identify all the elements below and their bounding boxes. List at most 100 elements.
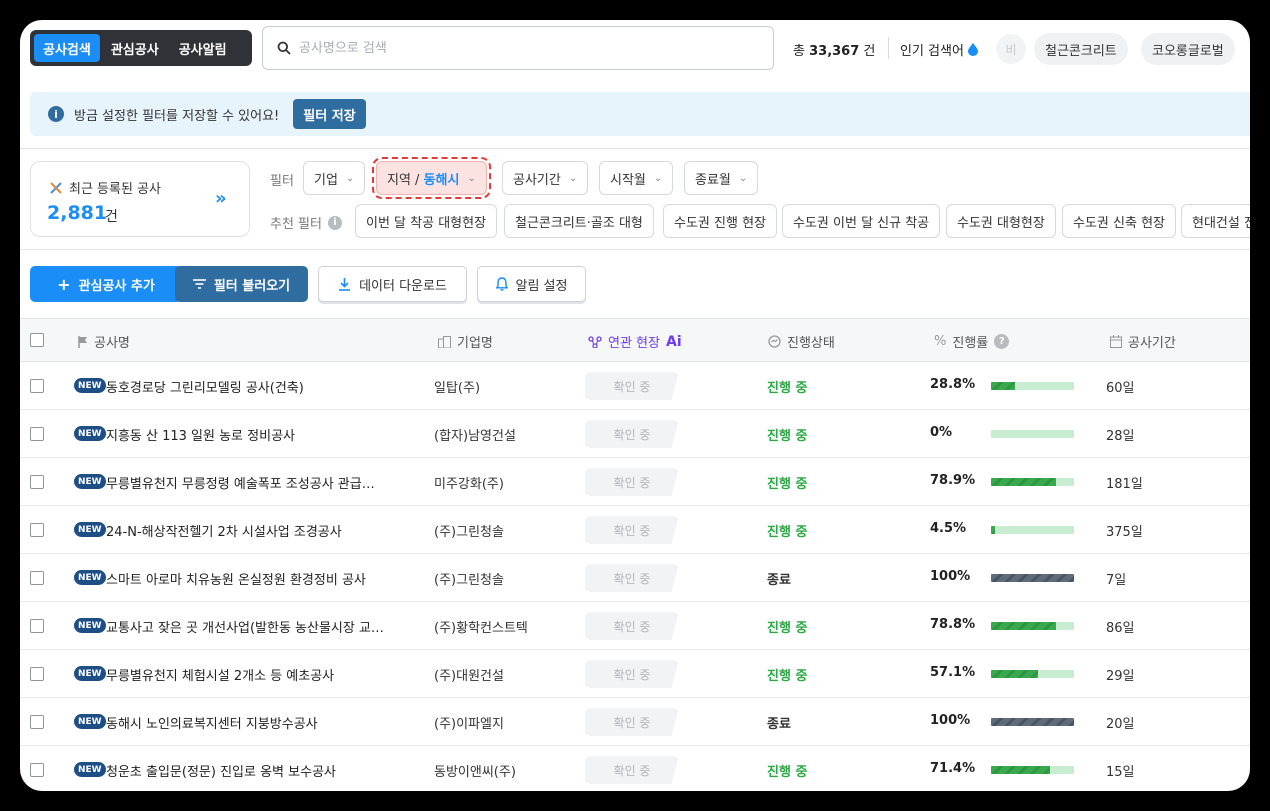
- tab-search[interactable]: 공사검색: [34, 34, 100, 62]
- popular-keyword-faded[interactable]: 비: [996, 34, 1026, 64]
- company-name[interactable]: (주)그린청솔: [434, 521, 504, 540]
- chip-label: 시작월: [610, 172, 646, 188]
- row-checkbox[interactable]: [30, 523, 44, 537]
- project-name[interactable]: 스마트 아로마 치유농원 온실정원 환경정비 공사: [106, 569, 406, 588]
- table-row[interactable]: NEW 동해시 노인의료복지센터 지붕방수공사 (주)이파엘지 확인 중 종료 100% 2…: [20, 698, 1250, 746]
- company-name[interactable]: 동방이앤씨(주): [434, 761, 516, 780]
- progress-rate: 71.4%: [930, 761, 976, 776]
- popular-keyword[interactable]: 코오롱글로벌: [1141, 33, 1235, 65]
- status-badge: 진행 중: [767, 525, 808, 540]
- row-checkbox[interactable]: [30, 379, 44, 393]
- company-name[interactable]: (주)그린청솔: [434, 569, 504, 588]
- company-name[interactable]: (합자)남영건설: [434, 425, 516, 444]
- new-badge: NEW: [74, 522, 106, 537]
- new-badge: NEW: [74, 378, 106, 393]
- company-name[interactable]: (주)이파엘지: [434, 713, 504, 732]
- info-icon[interactable]: i: [327, 215, 342, 230]
- recent-projects-card[interactable]: 최근 등록된 공사 2,881 건 »: [30, 161, 250, 237]
- tab-alerts[interactable]: 공사알림: [170, 34, 236, 62]
- table-row[interactable]: NEW 동호경로당 그린리모델링 공사(건축) 일탑(주) 확인 중 진행 중 28.8%…: [20, 362, 1250, 410]
- row-checkbox[interactable]: [30, 763, 44, 777]
- recommended-filter-chip[interactable]: 철근콘크리트·골조 대형: [504, 204, 654, 238]
- alert-settings-button[interactable]: 알림 설정: [477, 266, 586, 302]
- search-input[interactable]: [299, 40, 739, 56]
- filter-company-dropdown[interactable]: 기업 ⌄: [303, 161, 366, 195]
- row-checkbox[interactable]: [30, 475, 44, 489]
- progress-bar-fill: [991, 526, 995, 534]
- help-icon[interactable]: ?: [994, 334, 1010, 349]
- table-row[interactable]: NEW 24-N-해상작전헬기 2차 시설사업 조경공사 (주)그린청솔 확인 중 진행…: [20, 506, 1250, 554]
- search-box[interactable]: [262, 26, 774, 70]
- select-all-checkbox[interactable]: [30, 333, 44, 347]
- progress-bar-fill: [991, 574, 1074, 582]
- download-icon: [338, 277, 351, 291]
- progress-circle-icon: [768, 335, 781, 348]
- project-name[interactable]: 청운초 출입문(정문) 진입로 옹벽 보수공사: [106, 761, 406, 780]
- button-label: 관심공사 추가: [78, 278, 155, 294]
- row-checkbox[interactable]: [30, 619, 44, 633]
- filter-end-month-dropdown[interactable]: 종료월 ⌄: [684, 161, 759, 195]
- related-sites-status: 확인 중: [585, 372, 679, 400]
- add-watchlist-button[interactable]: + 관심공사 추가: [30, 266, 182, 302]
- chevron-down-icon: ⌄: [345, 172, 355, 184]
- project-name[interactable]: 동해시 노인의료복지센터 지붕방수공사: [106, 713, 406, 732]
- tab-watchlist[interactable]: 관심공사: [102, 34, 168, 62]
- company-name[interactable]: (주)황학컨스트텍: [434, 617, 528, 636]
- progress-rate: 100%: [930, 569, 971, 584]
- row-checkbox[interactable]: [30, 667, 44, 681]
- progress-bar-fill: [991, 382, 1015, 390]
- row-checkbox[interactable]: [30, 571, 44, 585]
- info-icon: i: [48, 106, 64, 122]
- table-row[interactable]: NEW 무릉별유천지 체험시설 2개소 등 예초공사 (주)대원건설 확인 중 진행 중…: [20, 650, 1250, 698]
- total-suffix: 건: [863, 44, 876, 59]
- progress-bar-fill: [991, 766, 1051, 774]
- filter-region-dropdown[interactable]: 지역 / 동해시 ⌄: [372, 157, 491, 199]
- row-checkbox[interactable]: [30, 427, 44, 441]
- column-header-status[interactable]: 진행상태: [768, 332, 835, 351]
- progress-rate: 78.9%: [930, 473, 976, 488]
- filter-start-month-dropdown[interactable]: 시작월 ⌄: [599, 161, 674, 195]
- recommended-filter-chip[interactable]: 수도권 이번 달 신규 착공: [782, 204, 941, 238]
- table-row[interactable]: NEW 지흥동 산 113 일원 농로 정비공사 (합자)남영건설 확인 중 진행 중 0…: [20, 410, 1250, 458]
- download-data-button[interactable]: 데이터 다운로드: [318, 266, 467, 302]
- recommended-filter-chip[interactable]: 이번 달 착공 대형현장: [355, 204, 498, 238]
- column-header-company[interactable]: 기업명: [438, 332, 493, 351]
- table-row[interactable]: NEW 교통사고 잦은 곳 개선사업(발한동 농산물시장 교… (주)황학컨스트텍 확…: [20, 602, 1250, 650]
- recommended-filter-chip[interactable]: 수도권 대형현장: [946, 204, 1056, 238]
- button-label: 알림 설정: [515, 278, 568, 294]
- project-name[interactable]: 무릉별유천지 무릉정령 예술폭포 조성공사 관급…: [106, 473, 406, 492]
- recommended-filter-chip[interactable]: 수도권 진행 현장: [663, 204, 777, 238]
- recommended-filter-chip[interactable]: 수도권 신축 현장: [1062, 204, 1176, 238]
- company-name[interactable]: (주)대원건설: [434, 665, 504, 684]
- column-header-progress[interactable]: % 진행률 ?: [934, 332, 1010, 351]
- column-header-period[interactable]: 공사기간: [1110, 332, 1176, 351]
- bell-icon: [495, 277, 508, 291]
- row-checkbox[interactable]: [30, 715, 44, 729]
- project-name[interactable]: 지흥동 산 113 일원 농로 정비공사: [106, 425, 406, 444]
- recent-title: 최근 등록된 공사: [49, 178, 161, 197]
- popular-keyword[interactable]: 철근콘크리트: [1034, 33, 1128, 65]
- recommended-filter-chip[interactable]: 현대건설 진: [1181, 204, 1250, 238]
- project-name[interactable]: 24-N-해상작전헬기 2차 시설사업 조경공사: [106, 521, 406, 540]
- chip-label: 지역 / 동해시: [387, 169, 459, 188]
- progress-bar: [991, 430, 1074, 438]
- project-period: 20일: [1106, 717, 1135, 732]
- column-header-related-sites[interactable]: 연관 현장 Ai: [588, 332, 682, 351]
- project-name[interactable]: 동호경로당 그린리모델링 공사(건축): [106, 377, 406, 396]
- divider: [20, 249, 1250, 250]
- table-row[interactable]: NEW 스마트 아로마 치유농원 온실정원 환경정비 공사 (주)그린청솔 확인 중 종…: [20, 554, 1250, 602]
- column-header-name[interactable]: 공사명: [78, 332, 130, 351]
- save-filter-button[interactable]: 필터 저장: [293, 99, 366, 129]
- load-filter-button[interactable]: 필터 불러오기: [175, 266, 308, 302]
- chevron-double-right-icon[interactable]: »: [215, 188, 227, 209]
- project-name[interactable]: 무릉별유천지 체험시설 2개소 등 예초공사: [106, 665, 406, 684]
- company-name[interactable]: 일탑(주): [434, 377, 480, 396]
- table-row[interactable]: NEW 청운초 출입문(정문) 진입로 옹벽 보수공사 동방이앤씨(주) 확인 중 진행…: [20, 746, 1250, 791]
- filter-period-dropdown[interactable]: 공사기간 ⌄: [502, 161, 589, 195]
- related-sites-status: 확인 중: [585, 564, 679, 592]
- project-name[interactable]: 교통사고 잦은 곳 개선사업(발한동 농산물시장 교…: [106, 617, 406, 636]
- company-name[interactable]: 미주강화(주): [434, 473, 504, 492]
- table-row[interactable]: NEW 무릉별유천지 무릉정령 예술폭포 조성공사 관급… 미주강화(주) 확인 중 진…: [20, 458, 1250, 506]
- header-label: 공사명: [94, 336, 130, 351]
- tools-icon: [49, 181, 63, 195]
